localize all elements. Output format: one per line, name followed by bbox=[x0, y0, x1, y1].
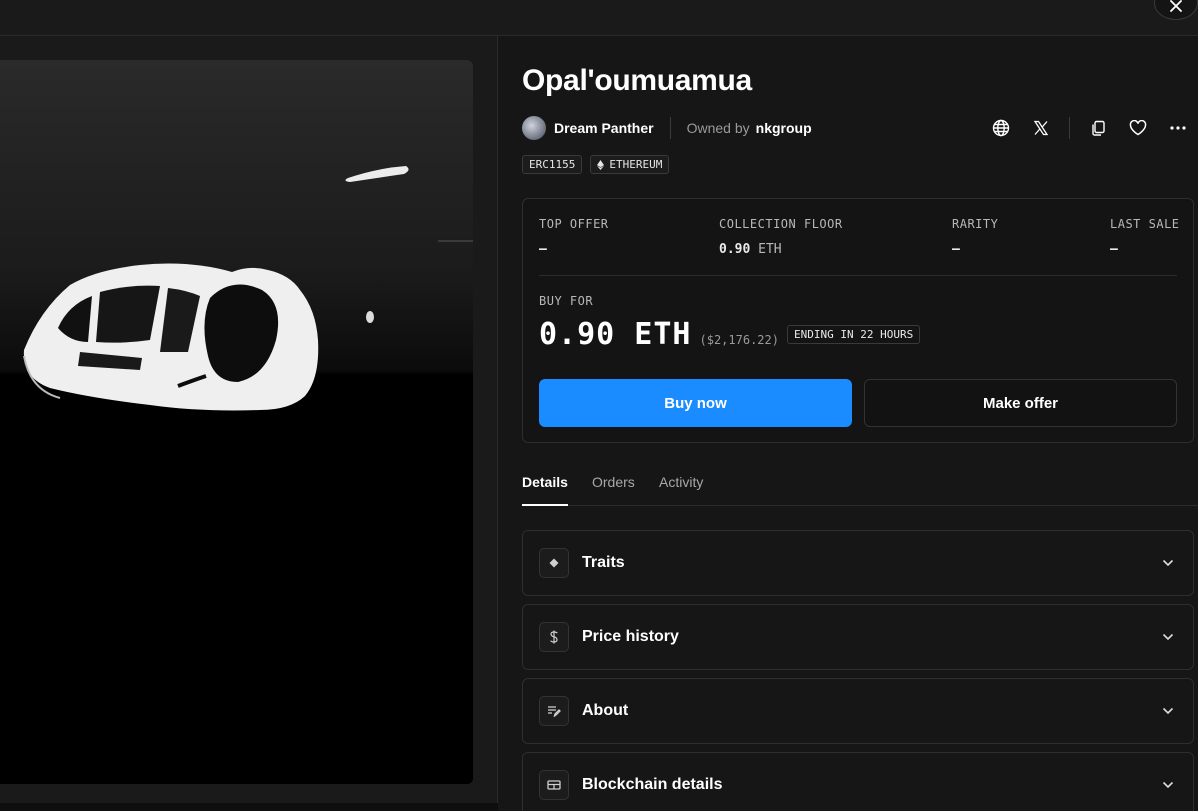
creator-avatar[interactable] bbox=[522, 116, 546, 140]
buy-price-row: 0.90 ETH ($2,176.22) ENDING IN 22 HOURS bbox=[539, 317, 921, 352]
divider bbox=[669, 117, 671, 139]
chain-badge[interactable]: ETHEREUM bbox=[590, 155, 670, 174]
edit-icon bbox=[539, 696, 569, 726]
stat-label: TOP OFFER bbox=[539, 217, 609, 231]
x-logo-icon bbox=[1033, 120, 1049, 136]
favorite-button[interactable] bbox=[1126, 116, 1150, 140]
item-title: Opal'oumuamua bbox=[522, 64, 752, 97]
stat-label: LAST SALE bbox=[1110, 217, 1180, 231]
token-badges: ERC1155 ETHEREUM bbox=[522, 155, 677, 174]
chevron-down-icon bbox=[1159, 702, 1177, 720]
close-icon bbox=[1170, 0, 1182, 12]
owned-by-label: Owned by bbox=[686, 120, 750, 136]
stat-value: – bbox=[1110, 242, 1118, 257]
stat-value: – bbox=[952, 242, 960, 257]
creator-row: Dream Panther Owned by nkgroup bbox=[522, 116, 812, 140]
copy-link-button[interactable] bbox=[1086, 116, 1110, 140]
bottom-strip bbox=[0, 803, 498, 811]
listing-ending-badge: ENDING IN 22 HOURS bbox=[786, 325, 921, 344]
divider bbox=[1069, 117, 1070, 139]
creator-name-link[interactable]: Dream Panther bbox=[554, 120, 654, 136]
about-section[interactable]: About bbox=[522, 678, 1194, 744]
buy-now-button[interactable]: Buy now bbox=[539, 379, 852, 427]
item-details-pane: Opal'oumuamua Dream Panther Owned by nkg… bbox=[499, 36, 1198, 811]
make-offer-button[interactable]: Make offer bbox=[864, 379, 1177, 427]
buy-price-usd: ($2,176.22) bbox=[699, 333, 779, 347]
stat-rarity: RARITY – bbox=[952, 217, 998, 257]
item-actions bbox=[989, 116, 1190, 140]
chevron-down-icon bbox=[1159, 628, 1177, 646]
buy-for-label: BUY FOR bbox=[539, 294, 594, 308]
globe-icon bbox=[992, 119, 1010, 137]
price-card: TOP OFFER – COLLECTION FLOOR 0.90 ETH RA… bbox=[522, 198, 1194, 443]
section-title: About bbox=[582, 702, 629, 719]
dollar-icon bbox=[539, 622, 569, 652]
chevron-down-icon bbox=[1159, 776, 1177, 794]
close-button[interactable] bbox=[1154, 0, 1198, 20]
stat-top-offer: TOP OFFER – bbox=[539, 217, 609, 257]
section-title: Blockchain details bbox=[582, 776, 723, 793]
heart-icon bbox=[1129, 120, 1147, 136]
top-bar bbox=[0, 0, 1198, 36]
stat-label: COLLECTION FLOOR bbox=[719, 217, 843, 231]
stat-last-sale: LAST SALE – bbox=[1110, 217, 1180, 257]
divider bbox=[539, 275, 1177, 276]
owner-name-link[interactable]: nkgroup bbox=[756, 120, 812, 136]
tab-orders[interactable]: Orders bbox=[592, 474, 635, 506]
price-history-section[interactable]: Price history bbox=[522, 604, 1194, 670]
stat-value: – bbox=[539, 242, 547, 257]
stat-label: RARITY bbox=[952, 217, 999, 231]
stat-collection-floor: COLLECTION FLOOR 0.90 ETH bbox=[719, 217, 843, 257]
stat-value: 0.90 ETH bbox=[719, 242, 782, 257]
diamond-icon bbox=[539, 548, 569, 578]
website-button[interactable] bbox=[989, 116, 1013, 140]
blocks-icon bbox=[539, 770, 569, 800]
detail-tabs: Details Orders Activity bbox=[522, 472, 1198, 506]
more-options-button[interactable] bbox=[1166, 116, 1190, 140]
tab-details[interactable]: Details bbox=[522, 474, 568, 506]
traits-section[interactable]: Traits bbox=[522, 530, 1194, 596]
copy-icon bbox=[1092, 120, 1105, 136]
media-pane bbox=[0, 36, 498, 811]
section-title: Traits bbox=[582, 554, 625, 571]
section-title: Price history bbox=[582, 628, 679, 645]
tab-activity[interactable]: Activity bbox=[659, 474, 703, 506]
ethereum-icon bbox=[597, 159, 605, 170]
token-standard-badge: ERC1155 bbox=[522, 155, 583, 174]
x-twitter-button[interactable] bbox=[1029, 116, 1053, 140]
chevron-down-icon bbox=[1159, 554, 1177, 572]
buy-price: 0.90 ETH bbox=[539, 317, 692, 352]
nft-artwork-image[interactable] bbox=[0, 60, 473, 784]
blockchain-details-section[interactable]: Blockchain details bbox=[522, 752, 1194, 811]
more-icon bbox=[1170, 126, 1186, 130]
